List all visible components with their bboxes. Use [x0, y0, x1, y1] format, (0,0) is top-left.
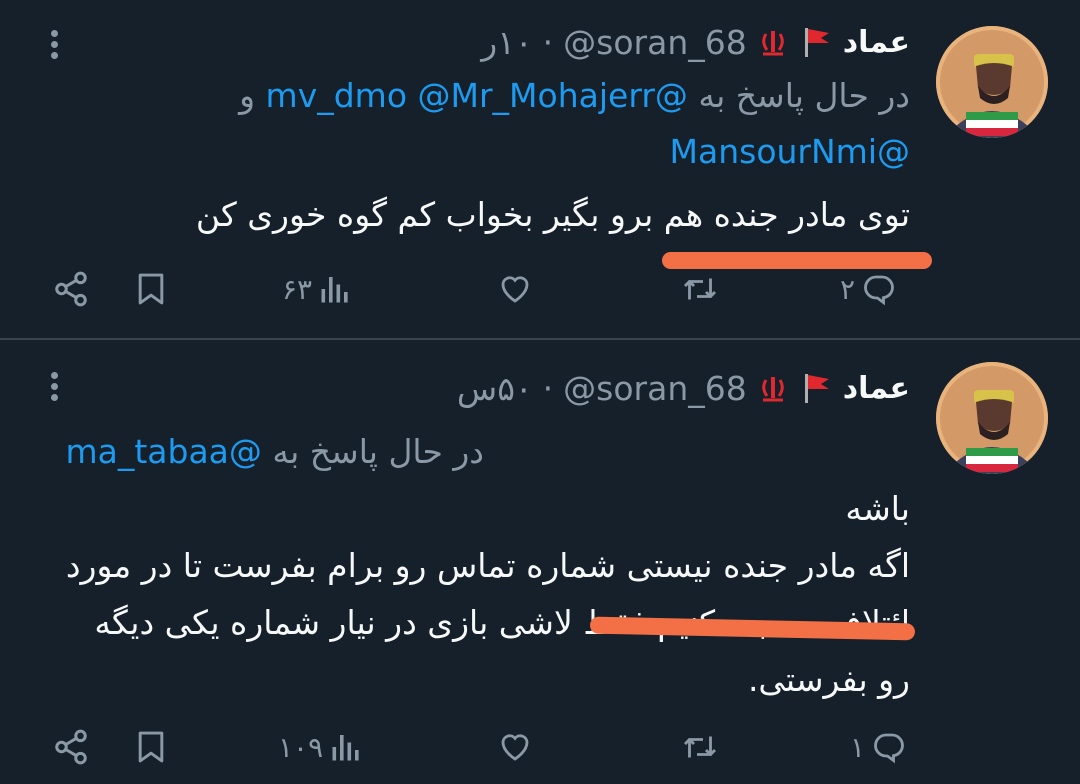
more-icon[interactable] — [48, 30, 62, 63]
views-count: ۶۳ — [282, 272, 313, 306]
avatar[interactable] — [936, 26, 1048, 138]
tweet-line: توی مادر جنده هم برو بگیر بخواب کم گوه خ… — [195, 195, 910, 234]
author-name[interactable]: عماد — [843, 371, 910, 406]
like-icon — [501, 734, 529, 761]
tweet-line: اگه مادر جنده نیستی شماره تماس رو برام ب… — [65, 546, 910, 585]
tweet[interactable]: عماد @soran_68 · ۱۰ر در حال پاسخ به @mv_… — [0, 0, 1080, 338]
mention-link[interactable]: @MansourNmi — [670, 132, 910, 171]
reply-prefix: در حال پاسخ به — [272, 432, 484, 471]
retweet-button[interactable] — [680, 264, 720, 314]
retweet-icon — [683, 278, 717, 300]
flag-icon — [804, 374, 829, 403]
share-button[interactable] — [52, 264, 90, 314]
tweet-header: عماد @soran_68 · ۵۰س — [457, 368, 910, 408]
timestamp[interactable]: ۵۰س — [457, 369, 533, 408]
tweet-text: باشه اگه مادر جنده نیستی شماره تماس رو ب… — [30, 480, 910, 708]
share-icon — [55, 729, 87, 765]
reply-count: ۱ — [850, 730, 866, 764]
timestamp[interactable]: ۱۰ر — [481, 23, 532, 62]
avatar[interactable] — [936, 362, 1048, 474]
replying-to: در حال پاسخ به @ma_tabaa — [24, 424, 484, 480]
iran-emblem-icon — [756, 26, 789, 58]
iran-emblem-icon — [756, 372, 789, 404]
views-count: ۱۰۹ — [278, 730, 324, 764]
mention-link[interactable]: @ma_tabaa — [65, 432, 261, 471]
replying-to: در حال پاسخ به @mv_dmo @Mr_Mohajerr و @M… — [190, 68, 910, 180]
author-handle[interactable]: @soran_68 — [563, 369, 747, 408]
share-button[interactable] — [52, 722, 90, 772]
views-button[interactable]: ۶۳ — [282, 264, 352, 314]
bookmark-button[interactable] — [134, 722, 168, 772]
author-handle[interactable]: @soran_68 — [563, 23, 747, 62]
action-bar: ۱ ۱۰۹ — [0, 722, 1080, 772]
views-button[interactable]: ۱۰۹ — [278, 722, 363, 772]
flag-icon — [804, 28, 829, 57]
like-button[interactable] — [497, 264, 533, 314]
reply-count: ۲ — [840, 272, 856, 306]
like-button[interactable] — [497, 722, 533, 772]
more-icon[interactable] — [48, 372, 62, 405]
tweet-text: توی مادر جنده هم برو بگیر بخواب کم گوه خ… — [150, 186, 910, 243]
tweet-line: باشه — [845, 489, 910, 528]
conjunction: و — [239, 76, 256, 115]
author-name[interactable]: عماد — [843, 25, 910, 60]
bookmark-icon — [138, 731, 164, 763]
reply-button[interactable]: ۱ — [850, 722, 907, 772]
separator-dot: · — [542, 22, 554, 62]
retweet-button[interactable] — [680, 722, 720, 772]
reply-icon — [874, 733, 904, 764]
mention-link[interactable]: @Mr_Mohajerr — [418, 76, 655, 115]
share-icon — [55, 271, 87, 307]
views-icon — [332, 735, 359, 761]
tweet-header: عماد @soran_68 · ۱۰ر — [481, 22, 910, 62]
tweet[interactable]: عماد @soran_68 · ۵۰س در حال پاسخ به @ma_… — [0, 340, 1080, 784]
like-icon — [501, 276, 529, 303]
bookmark-button[interactable] — [134, 264, 168, 314]
reply-icon — [864, 275, 894, 306]
bookmark-icon — [138, 273, 164, 305]
reply-prefix: در حال پاسخ به — [698, 76, 910, 115]
tweet-line: رو بفرستی. — [747, 660, 910, 699]
retweet-icon — [683, 736, 717, 758]
reply-button[interactable]: ۲ — [840, 264, 897, 314]
separator-dot: · — [542, 368, 554, 408]
views-icon — [321, 277, 348, 303]
action-bar: ۲ ۶۳ — [0, 264, 1080, 314]
